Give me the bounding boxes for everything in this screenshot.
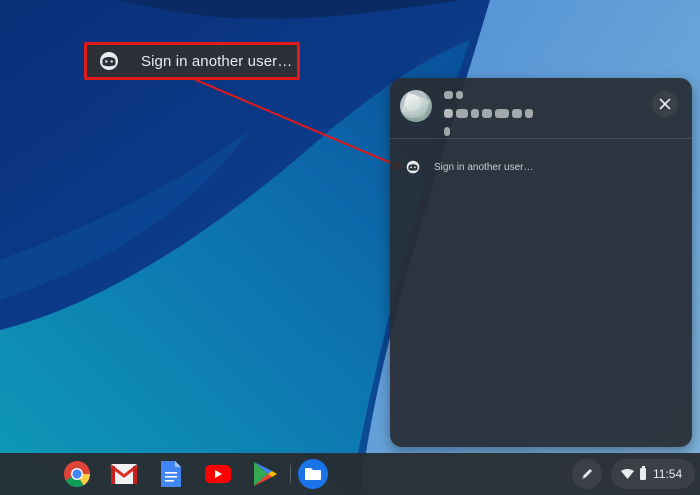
callout-label: Sign in another user… [141, 52, 293, 70]
shelf: 11:54 [0, 453, 700, 495]
user-email-redacted [444, 109, 542, 136]
shelf-separator [290, 465, 291, 483]
chrome-icon[interactable] [63, 460, 91, 488]
close-icon[interactable] [652, 91, 678, 117]
gmail-icon[interactable] [110, 460, 138, 488]
callout-highlight-box: Sign in another user… [84, 42, 300, 80]
status-tray[interactable]: 11:54 [611, 459, 695, 489]
user-menu-panel: Sign in another user… [390, 78, 692, 447]
clock-time: 11:54 [653, 467, 683, 481]
battery-icon [640, 466, 646, 480]
files-icon[interactable] [298, 459, 328, 489]
wifi-icon [621, 469, 634, 479]
docs-icon[interactable] [157, 460, 185, 488]
user-menu-header [390, 78, 692, 139]
sign-in-another-user-item[interactable]: Sign in another user… [390, 156, 692, 178]
play-store-icon[interactable] [251, 460, 279, 488]
sign-in-another-user-label: Sign in another user… [434, 161, 534, 173]
user-name-redacted [444, 91, 476, 117]
account-face-icon [406, 160, 420, 174]
account-face-icon [100, 52, 118, 70]
stylus-icon[interactable] [572, 459, 602, 489]
youtube-icon[interactable] [204, 460, 232, 488]
user-avatar[interactable] [400, 90, 432, 122]
